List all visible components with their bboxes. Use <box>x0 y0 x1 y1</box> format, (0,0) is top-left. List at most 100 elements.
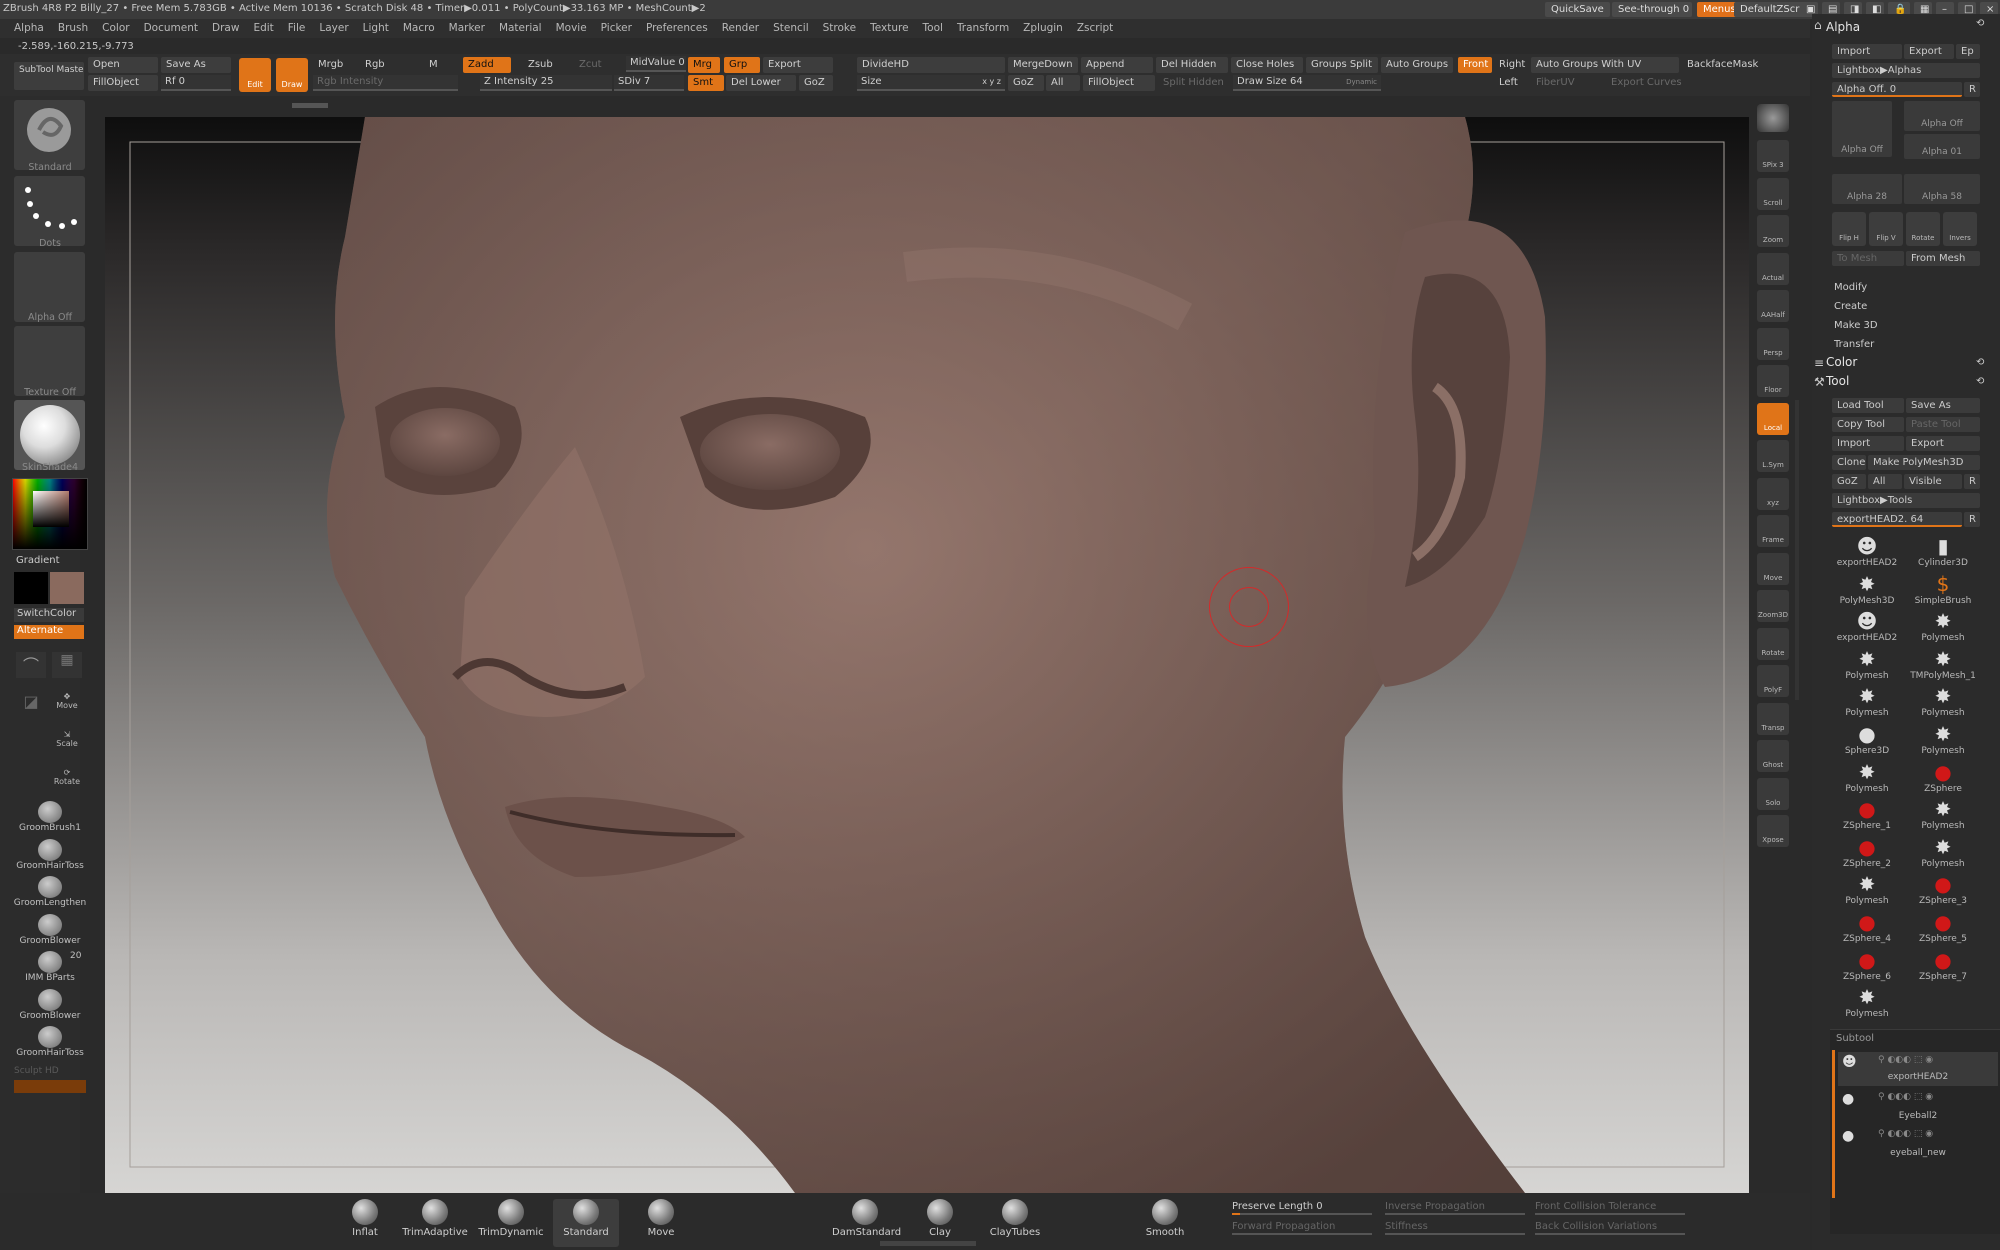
tool-item-14[interactable]: ● ZSphere_1 <box>1832 797 1902 834</box>
bottom-brush-standard[interactable]: Standard <box>553 1199 619 1247</box>
alpha-off-slider[interactable]: Alpha Off. 0 <box>1832 82 1962 97</box>
load-tool-button[interactable]: Load Tool <box>1832 398 1904 413</box>
quicksave-button[interactable]: QuickSave <box>1545 2 1610 17</box>
fill-object-2-button[interactable]: FillObject <box>1083 75 1155 91</box>
right-button[interactable]: Right <box>1494 57 1528 73</box>
tool-export-button[interactable]: Export <box>1906 436 1980 451</box>
view-button-xpose[interactable]: Xpose <box>1757 815 1789 847</box>
groups-split-button[interactable]: Groups Split <box>1306 57 1378 73</box>
tool-item-19[interactable]: ● ZSphere_3 <box>1908 872 1978 909</box>
bottom-brush-trimadaptive[interactable]: TrimAdaptive <box>402 1199 468 1247</box>
tool-save-as-button[interactable]: Save As <box>1906 398 1980 413</box>
mrg-button[interactable]: Mrg <box>688 57 720 73</box>
tool-item-9[interactable]: ✸ Polymesh <box>1908 684 1978 721</box>
modify-subpalette[interactable]: Modify <box>1834 282 1867 293</box>
save-as-button[interactable]: Save As <box>161 57 231 73</box>
draw-button[interactable]: Draw <box>276 58 308 92</box>
menu-stencil[interactable]: Stencil <box>773 22 809 34</box>
alternate-button[interactable]: Alternate <box>14 625 84 639</box>
lightbox-tools-button[interactable]: Lightbox▶Tools <box>1832 493 1980 508</box>
split-hidden-button[interactable]: Split Hidden <box>1158 75 1230 91</box>
export-button[interactable]: Export <box>763 57 833 73</box>
move-icon[interactable]: ✥ Move <box>52 692 82 718</box>
view-button-xyz[interactable]: xyz <box>1757 477 1789 510</box>
zcut-button[interactable]: Zcut <box>574 57 614 73</box>
left-tool-3[interactable]: GroomBlower <box>10 913 90 946</box>
view-button-local[interactable]: Local <box>1757 402 1789 435</box>
menu-marker[interactable]: Marker <box>449 22 485 34</box>
canvas-scrollbar[interactable] <box>292 103 328 108</box>
view-button-move[interactable]: Move <box>1757 552 1789 585</box>
tool-palette-title[interactable]: Tool <box>1826 374 1849 388</box>
export-curves-button[interactable]: Export Curves <box>1606 75 1682 91</box>
menu-file[interactable]: File <box>288 22 306 34</box>
menu-stroke[interactable]: Stroke <box>823 22 856 34</box>
left-tool-5[interactable]: GroomBlower <box>10 988 90 1021</box>
tool-item-11[interactable]: ✸ Polymesh <box>1908 722 1978 759</box>
tool-item-22[interactable]: ● ZSphere_6 <box>1832 948 1902 985</box>
view-button-actual[interactable]: Actual <box>1757 252 1789 285</box>
make3d-subpalette[interactable]: Make 3D <box>1834 320 1878 331</box>
auto-groups-button[interactable]: Auto Groups <box>1381 57 1453 73</box>
alpha-r-button[interactable]: R <box>1964 82 1980 97</box>
tool-item-8[interactable]: ✸ Polymesh <box>1832 684 1902 721</box>
material-thumbnail[interactable] <box>14 400 85 470</box>
alpha-item-4[interactable]: Alpha 58 <box>1904 174 1980 204</box>
preserve-length-slider[interactable]: Preserve Length 0 <box>1232 1201 1372 1215</box>
menu-color[interactable]: Color <box>102 22 129 34</box>
subtool-row-2[interactable]: ● ⚲ ◐◐◐ ⬚ ◉ eyeball_new <box>1838 1126 1998 1160</box>
stiffness-slider[interactable]: Stiffness <box>1385 1221 1525 1235</box>
color-picker-square[interactable] <box>33 491 69 527</box>
del-hidden-button[interactable]: Del Hidden <box>1156 57 1228 73</box>
menu-alpha[interactable]: Alpha <box>14 22 44 34</box>
tool-item-13[interactable]: ● ZSphere <box>1908 760 1978 797</box>
z-intensity-slider[interactable]: Z Intensity 25 <box>480 75 612 91</box>
tool-goz-button[interactable]: GoZ <box>1832 474 1866 489</box>
dividehd-button[interactable]: DivideHD <box>857 57 1005 73</box>
alpha-palette-title[interactable]: Alpha <box>1826 20 1860 34</box>
tool-palette-icon[interactable]: ⚒ <box>1814 375 1825 389</box>
left-tool-0[interactable]: GroomBrush1 <box>10 801 90 833</box>
tool-item-15[interactable]: ✸ Polymesh <box>1908 797 1978 834</box>
alpha-ep-button[interactable]: Ep <box>1956 44 1980 59</box>
menu-material[interactable]: Material <box>499 22 542 34</box>
sdiv-slider[interactable]: SDiv 7 <box>614 75 684 91</box>
append-button[interactable]: Append <box>1081 57 1153 73</box>
clone-button[interactable]: Clone <box>1832 455 1866 470</box>
lightbox-alphas-button[interactable]: Lightbox▶Alphas <box>1832 63 1980 78</box>
tool-item-18[interactable]: ✸ Polymesh <box>1832 872 1902 909</box>
menu-preferences[interactable]: Preferences <box>646 22 708 34</box>
alpha-palette-icon[interactable]: ⌂ <box>1814 18 1822 32</box>
front-collision-slider[interactable]: Front Collision Tolerance <box>1535 1201 1685 1215</box>
alpha-item-1[interactable]: Alpha Off <box>1904 101 1980 131</box>
tool-import-button[interactable]: Import <box>1832 436 1904 451</box>
menu-document[interactable]: Document <box>144 22 198 34</box>
switch-color-button[interactable]: SwitchColor <box>14 608 84 622</box>
left-tool-1[interactable]: GroomHairToss <box>10 838 90 871</box>
tool-item-23[interactable]: ● ZSphere_7 <box>1908 948 1978 985</box>
del-lower-button[interactable]: Del Lower <box>726 75 796 91</box>
bottom-brush-claytubes[interactable]: ClayTubes <box>982 1199 1048 1247</box>
bottom-brush-damstandard[interactable]: DamStandard <box>832 1199 901 1247</box>
tool-item-1[interactable]: ▮ Cylinder3D <box>1908 534 1978 571</box>
alpha-import-button[interactable]: Import <box>1832 44 1902 59</box>
view-button-ghost[interactable]: Ghost <box>1757 740 1789 772</box>
curve-icon[interactable]: ⌒ <box>16 652 46 678</box>
left-button[interactable]: Left <box>1494 75 1528 91</box>
menu-light[interactable]: Light <box>363 22 389 34</box>
tool-item-2[interactable]: ✸ PolyMesh3D <box>1832 572 1902 609</box>
tool-visible-button[interactable]: Visible <box>1904 474 1962 489</box>
bottom-brush-move[interactable]: Move <box>628 1199 694 1247</box>
transfer-subpalette[interactable]: Transfer <box>1834 339 1874 350</box>
bottom-brush-clay[interactable]: Clay <box>907 1199 973 1247</box>
view-button-scroll[interactable]: Scroll <box>1757 177 1789 210</box>
zadd-button[interactable]: Zadd <box>463 57 511 73</box>
subtool-row-0[interactable]: ☻ ⚲ ◐◐◐ ⬚ ◉ exportHEAD2 <box>1838 1052 1998 1086</box>
back-collision-slider[interactable]: Back Collision Variations <box>1535 1221 1685 1235</box>
view-button-zoom3d[interactable]: Zoom3D <box>1757 590 1789 622</box>
draw-size-slider[interactable]: Draw Size 64 Dynamic <box>1233 75 1381 91</box>
color-picker[interactable] <box>12 478 88 550</box>
bpr-button[interactable] <box>1757 104 1789 132</box>
copy-tool-button[interactable]: Copy Tool <box>1832 417 1904 432</box>
secondary-color-swatch[interactable] <box>14 572 48 604</box>
